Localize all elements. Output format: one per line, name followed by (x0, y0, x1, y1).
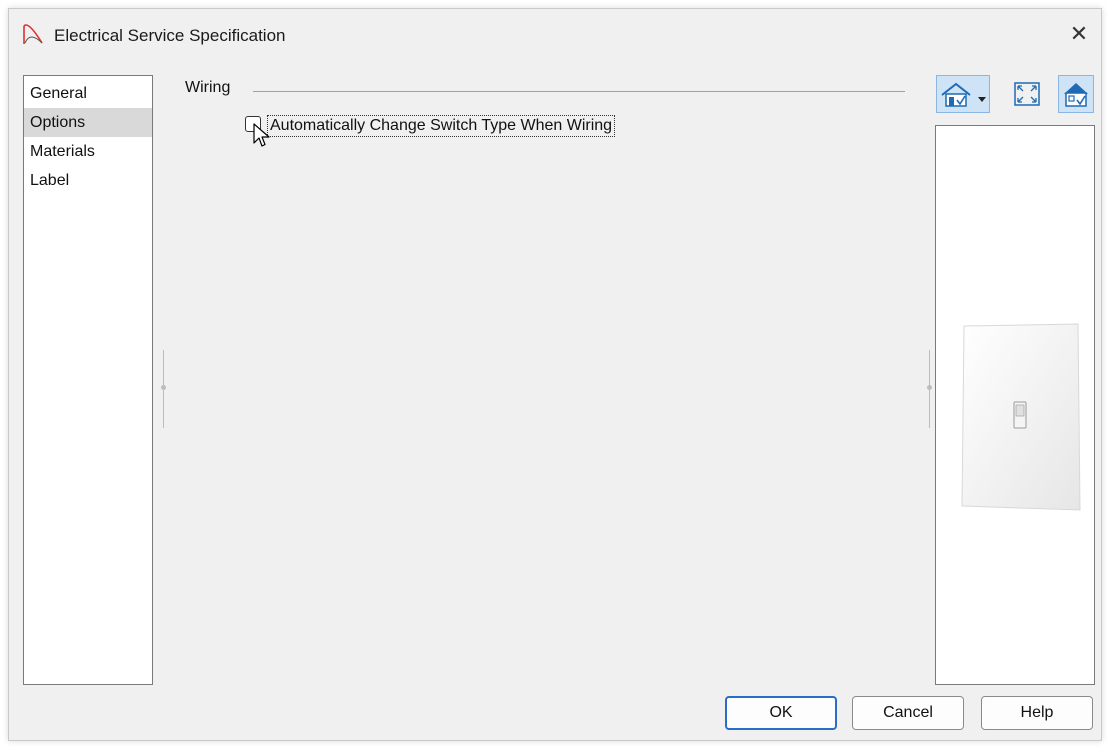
preview-toolbar (936, 75, 1094, 119)
group-divider (253, 91, 905, 92)
cancel-button[interactable]: Cancel (852, 696, 964, 730)
mouse-cursor-icon (253, 123, 271, 154)
dropdown-arrow-icon (977, 91, 987, 109)
nav-item-materials[interactable]: Materials (24, 137, 152, 166)
fill-window-icon (1013, 81, 1041, 112)
nav-item-label[interactable]: Label (24, 166, 152, 195)
color-preview-button[interactable] (1058, 75, 1094, 113)
category-list: General Options Materials Label (23, 75, 153, 685)
right-splitter-handle[interactable] (926, 350, 933, 428)
house-view-icon (940, 82, 972, 113)
fill-window-button[interactable] (1010, 75, 1044, 113)
close-button[interactable]: ✕ (1061, 19, 1097, 49)
wiring-group-title: Wiring (185, 79, 231, 96)
electrical-service-dialog: Electrical Service Specification ✕ Gener… (8, 8, 1102, 741)
left-splitter-handle[interactable] (160, 350, 167, 428)
auto-change-switch-label[interactable]: Automatically Change Switch Type When Wi… (267, 115, 616, 137)
app-logo-icon (21, 23, 45, 50)
object-preview-pane[interactable] (935, 125, 1095, 685)
nav-item-options[interactable]: Options (24, 108, 152, 137)
title-bar: Electrical Service Specification ✕ (9, 9, 1101, 57)
nav-item-general[interactable]: General (24, 79, 152, 108)
house-color-icon (1062, 81, 1090, 114)
close-icon: ✕ (1069, 21, 1089, 46)
window-title: Electrical Service Specification (54, 26, 286, 45)
light-switch-preview-image (958, 322, 1082, 517)
view-type-dropdown-button[interactable] (936, 75, 990, 113)
ok-button[interactable]: OK (725, 696, 837, 730)
help-button[interactable]: Help (981, 696, 1093, 730)
